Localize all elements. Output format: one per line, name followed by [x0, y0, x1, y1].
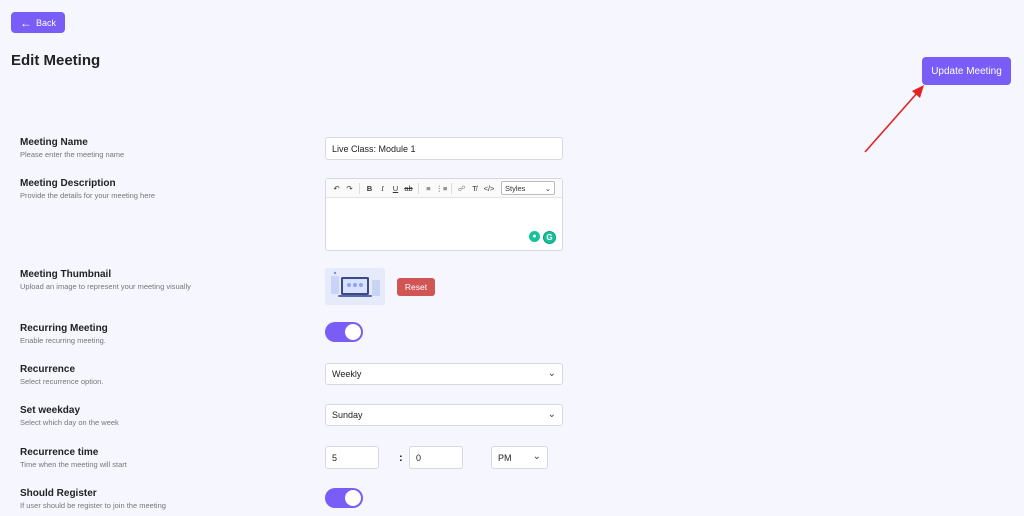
- toolbar-divider: [451, 182, 452, 194]
- chevron-down-icon: ⌄: [544, 183, 551, 193]
- recurrence-label-group: Recurrence Select recurrence option.: [20, 364, 103, 387]
- meeting-name-input[interactable]: Live Class: Module 1: [325, 137, 563, 160]
- minute-value: 0: [416, 452, 422, 463]
- recurring-meeting-toggle[interactable]: [325, 322, 363, 342]
- chevron-down-icon: ⌄: [547, 368, 556, 379]
- arrow-left-icon: ←: [19, 15, 32, 30]
- recurrence-hint: Select recurrence option.: [20, 377, 104, 386]
- recurring-meeting-label-group: Recurring Meeting Enable recurring meeti…: [20, 323, 108, 346]
- chevron-down-icon: ⌄: [547, 409, 556, 420]
- meeting-description-editor[interactable]: ↶ ↷ B I U ab ≡ ⋮≡ ☍ T̸ </> Styles ⌄ ● G: [325, 178, 563, 251]
- numbered-list-icon[interactable]: ≡: [422, 184, 435, 193]
- grammarly-widget[interactable]: ● G: [529, 231, 556, 244]
- page-title: Edit Meeting: [11, 52, 101, 69]
- clear-format-icon[interactable]: T̸: [468, 184, 481, 193]
- meeting-thumbnail-hint: Upload an image to represent your meetin…: [20, 282, 191, 291]
- meeting-name-label-group: Meeting Name Please enter the meeting na…: [20, 137, 124, 160]
- bold-icon[interactable]: B: [363, 184, 376, 193]
- recurrence-label: Recurrence: [20, 364, 76, 375]
- chevron-down-icon: ⌄: [532, 451, 541, 462]
- time-separator: :: [399, 452, 403, 464]
- undo-icon[interactable]: ↶: [330, 184, 343, 193]
- styles-dropdown[interactable]: Styles ⌄: [501, 181, 555, 195]
- weekday-value: Sunday: [332, 410, 363, 420]
- recurrence-time-label: Recurrence time: [20, 447, 99, 458]
- link-icon[interactable]: ☍: [455, 184, 468, 193]
- back-button[interactable]: ← Back: [11, 12, 65, 33]
- lightbulb-icon[interactable]: ●: [529, 231, 540, 242]
- update-meeting-label: Update Meeting: [931, 65, 1002, 77]
- recurrence-time-label-group: Recurrence time Time when the meeting wi…: [20, 447, 127, 470]
- recurrence-time-hint: Time when the meeting will start: [20, 460, 127, 469]
- ampm-select[interactable]: PM ⌄: [491, 446, 548, 469]
- toggle-knob: [345, 490, 361, 506]
- underline-icon[interactable]: U: [389, 184, 402, 193]
- bulleted-list-icon[interactable]: ⋮≡: [435, 184, 448, 193]
- weekday-hint: Select which day on the week: [20, 418, 119, 427]
- toolbar-divider: [418, 182, 419, 194]
- back-label: Back: [35, 17, 56, 28]
- meeting-thumbnail-image[interactable]: [325, 268, 385, 305]
- weekday-label: Set weekday: [20, 405, 81, 416]
- should-register-hint: If user should be register to join the m…: [20, 501, 166, 510]
- edit-meeting-page: ← Back Edit Meeting Update Meeting Meeti…: [0, 0, 1024, 516]
- should-register-label-group: Should Register If user should be regist…: [20, 488, 166, 511]
- strikethrough-icon[interactable]: ab: [402, 184, 415, 193]
- toolbar-divider: [359, 182, 360, 194]
- source-code-icon[interactable]: </>: [481, 184, 497, 193]
- toggle-knob: [345, 324, 361, 340]
- meeting-thumbnail-label: Meeting Thumbnail: [20, 269, 112, 280]
- recurrence-select[interactable]: Weekly ⌄: [325, 363, 563, 385]
- italic-icon[interactable]: I: [376, 184, 389, 193]
- laptop-illustration-icon: [325, 268, 385, 305]
- meeting-description-label: Meeting Description: [20, 178, 116, 189]
- hour-value: 5: [332, 452, 338, 463]
- weekday-label-group: Set weekday Select which day on the week: [20, 405, 119, 428]
- ampm-value: PM: [498, 452, 512, 463]
- grammarly-icon[interactable]: G: [543, 231, 556, 244]
- recurring-meeting-hint: Enable recurring meeting.: [20, 336, 106, 345]
- recurrence-value: Weekly: [332, 369, 362, 379]
- annotation-arrow-icon: [864, 85, 924, 153]
- meeting-description-hint: Provide the details for your meeting her…: [20, 191, 156, 200]
- minute-input[interactable]: 0: [409, 446, 463, 469]
- meeting-thumbnail-label-group: Meeting Thumbnail Upload an image to rep…: [20, 269, 191, 292]
- meeting-name-value: Live Class: Module 1: [332, 143, 416, 154]
- hour-input[interactable]: 5: [325, 446, 379, 469]
- redo-icon[interactable]: ↷: [343, 184, 356, 193]
- should-register-label: Should Register: [20, 488, 97, 499]
- meeting-name-label: Meeting Name: [20, 137, 88, 148]
- update-meeting-button[interactable]: Update Meeting: [922, 57, 1011, 85]
- editor-toolbar: ↶ ↷ B I U ab ≡ ⋮≡ ☍ T̸ </> Styles ⌄: [326, 179, 562, 198]
- should-register-toggle[interactable]: [325, 488, 363, 508]
- styles-label: Styles: [505, 183, 526, 193]
- recurring-meeting-label: Recurring Meeting: [20, 323, 108, 334]
- editor-content[interactable]: [326, 198, 562, 248]
- reset-thumbnail-button[interactable]: Reset: [397, 278, 435, 296]
- reset-label: Reset: [404, 282, 428, 292]
- meeting-name-hint: Please enter the meeting name: [20, 150, 125, 159]
- meeting-description-label-group: Meeting Description Provide the details …: [20, 178, 155, 201]
- weekday-select[interactable]: Sunday ⌄: [325, 404, 563, 426]
